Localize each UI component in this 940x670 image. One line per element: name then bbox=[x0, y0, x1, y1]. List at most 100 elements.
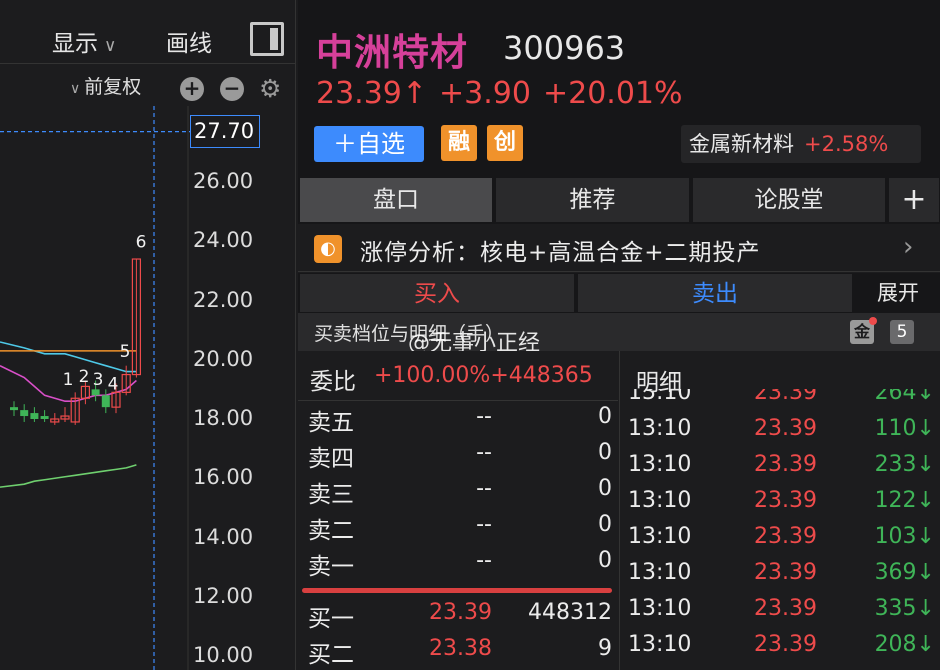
tick-volume: 103↓ bbox=[874, 524, 935, 549]
moving-average-line bbox=[0, 341, 137, 373]
gear-icon[interactable]: ⚙ bbox=[259, 74, 281, 103]
ask-level-row[interactable]: 卖四 -- 0 bbox=[298, 437, 618, 473]
chart-annotation-marker: 5 bbox=[120, 342, 131, 362]
price-adjust-label: 前复权 bbox=[84, 76, 142, 98]
chart-annotation-marker: 1 bbox=[63, 370, 74, 390]
tick-volume: 264↓ bbox=[874, 389, 935, 405]
add-to-watchlist-button[interactable]: ＋自选 bbox=[314, 126, 424, 162]
chinext-badge: 创 bbox=[487, 125, 523, 161]
kline-chart-panel[interactable]: 显示 ∨ 画线 ∨ 前复权 + − ⚙ 123456 26.00 24.00 22.00… bbox=[0, 0, 296, 670]
tick-row: 13:10 23.39 264↓ bbox=[620, 389, 940, 412]
tick-time: 13:10 bbox=[628, 416, 692, 441]
ask-level-row[interactable]: 卖二 -- 0 bbox=[298, 509, 618, 545]
sector-link[interactable]: 金属新材料 +2.58% bbox=[681, 125, 921, 163]
sector-change: +2.58% bbox=[804, 132, 889, 156]
level-price: -- bbox=[476, 548, 492, 573]
quote-header: 中洲特材 300963 23.39↑ +3.90 +20.01% ＋自选 融 创 金… bbox=[298, 0, 940, 176]
quote-tabs: 盘口 推荐 论股堂 + bbox=[298, 176, 940, 224]
sector-name: 金属新材料 bbox=[689, 132, 794, 156]
price-adjust-menu[interactable]: ∨ 前复权 bbox=[70, 72, 141, 99]
price-axis-tick: 20.00 bbox=[193, 346, 254, 371]
candle-body bbox=[30, 413, 39, 419]
tick-time: 13:10 bbox=[628, 488, 692, 513]
gold-icon[interactable]: 金 bbox=[850, 317, 877, 344]
tick-volume: 110↓ bbox=[874, 416, 935, 441]
tick-row: 13:10 23.39 369↓ bbox=[620, 556, 940, 592]
level-price: -- bbox=[476, 476, 492, 501]
tab-recommend[interactable]: 推荐 bbox=[496, 178, 689, 222]
zoom-out-icon[interactable]: − bbox=[220, 77, 244, 101]
candle-body bbox=[10, 407, 18, 411]
tab-forum[interactable]: 论股堂 bbox=[693, 178, 885, 222]
level-price: 23.39 bbox=[429, 600, 492, 625]
book-divider bbox=[302, 588, 612, 593]
candle-body bbox=[20, 410, 29, 417]
last-price: 23.39↑ bbox=[316, 76, 428, 111]
chevron-down-icon: ∨ bbox=[104, 36, 117, 56]
ask-level-row[interactable]: 卖一 -- 0 bbox=[298, 545, 618, 581]
level-price: -- bbox=[476, 404, 492, 429]
price-line: 23.39↑ +3.90 +20.01% bbox=[316, 76, 695, 111]
chart-toolbar: 显示 ∨ 画线 bbox=[0, 0, 295, 64]
tick-price: 23.39 bbox=[754, 389, 817, 405]
order-ratio-row: 委比 +100.00%+448365 bbox=[298, 351, 618, 401]
buy-button[interactable]: 买入 bbox=[300, 274, 574, 312]
tick-volume: 335↓ bbox=[874, 596, 935, 621]
tick-row: 13:10 23.39 233↓ bbox=[620, 448, 940, 484]
tick-time: 13:10 bbox=[628, 632, 692, 657]
tab-order-book[interactable]: 盘口 bbox=[300, 178, 492, 222]
tick-time: 13:10 bbox=[628, 560, 692, 585]
chart-annotation-marker: 6 bbox=[136, 232, 147, 252]
bid-level-row[interactable]: 买二 23.38 9 bbox=[298, 633, 618, 669]
tick-price: 23.39 bbox=[754, 416, 817, 441]
level-label: 买一 bbox=[308, 606, 354, 632]
expand-button[interactable]: 展开 bbox=[856, 274, 940, 312]
level-volume: 448312 bbox=[528, 600, 612, 625]
level-price: -- bbox=[476, 512, 492, 537]
tick-price: 23.39 bbox=[754, 632, 817, 657]
chevron-down-icon: ∨ bbox=[70, 81, 81, 97]
draw-line-button[interactable]: 画线 bbox=[166, 24, 212, 58]
tick-price: 23.39 bbox=[754, 560, 817, 585]
chart-annotation-marker: 4 bbox=[108, 374, 119, 394]
chart-annotation-marker: 2 bbox=[79, 367, 90, 387]
trade-row: 买入 卖出 展开 bbox=[298, 273, 940, 313]
chart-adjust-row: ∨ 前复权 + − ⚙ bbox=[0, 66, 295, 106]
chart-annotation-marker: 3 bbox=[93, 370, 104, 390]
ask-level-row[interactable]: 卖三 -- 0 bbox=[298, 473, 618, 509]
tick-time: 13:10 bbox=[628, 452, 692, 477]
price-axis-tick: 14.00 bbox=[193, 524, 254, 549]
bid-level-row[interactable]: 买一 23.39 448312 bbox=[298, 597, 618, 633]
price-axis-tick: 12.00 bbox=[193, 583, 254, 608]
tick-time: 13:10 bbox=[628, 596, 692, 621]
margin-trading-badge: 融 bbox=[441, 125, 477, 161]
price-change-pct: +20.01% bbox=[542, 76, 683, 111]
price-change: +3.90 bbox=[439, 76, 531, 111]
moving-average-line bbox=[0, 464, 137, 488]
price-axis-tick: 18.00 bbox=[193, 406, 254, 430]
limit-up-analysis[interactable]: ◐ 涨停分析：核电+高温合金+二期投产 › bbox=[298, 224, 940, 272]
show-menu[interactable]: 显示 ∨ bbox=[52, 24, 116, 58]
tick-price: 23.39 bbox=[754, 488, 817, 513]
order-ratio-value: +100.00%+448365 bbox=[374, 363, 593, 388]
add-tab-icon[interactable]: + bbox=[889, 178, 939, 222]
order-book: 委比 +100.00%+448365 卖五 -- 0 卖四 -- 0 卖三 -- 0 卖二 -- 0 卖… bbox=[298, 351, 618, 670]
price-axis-tick: 26.00 bbox=[193, 169, 254, 193]
sell-button[interactable]: 卖出 bbox=[578, 274, 852, 312]
tick-row: 13:10 23.39 122↓ bbox=[620, 484, 940, 520]
level-label: 买二 bbox=[308, 642, 354, 668]
zoom-in-icon[interactable]: + bbox=[180, 77, 204, 101]
candle-body bbox=[40, 416, 49, 419]
depth-header: 买卖档位与明细（手） @无事小正经 金 5 bbox=[298, 313, 940, 356]
analysis-icon: ◐ bbox=[314, 235, 342, 263]
stock-name: 中洲特材 bbox=[316, 31, 468, 74]
trade-ticks[interactable]: 明细 13:10 23.39 264↓ 13:10 23.39 110↓ 13:10 23.3… bbox=[619, 351, 940, 670]
price-axis-tick: 16.00 bbox=[193, 465, 254, 490]
layout-toggle-icon[interactable] bbox=[250, 22, 284, 56]
price-axis-tick: 22.00 bbox=[193, 287, 254, 312]
level-label: 卖二 bbox=[308, 518, 354, 544]
level-volume: 0 bbox=[598, 512, 612, 537]
level-count-badge[interactable]: 5 bbox=[890, 320, 914, 344]
ticks-list[interactable]: 13:10 23.39 264↓ 13:10 23.39 110↓ 13:10 23.39 23… bbox=[620, 389, 940, 670]
ask-level-row[interactable]: 卖五 -- 0 bbox=[298, 401, 618, 437]
